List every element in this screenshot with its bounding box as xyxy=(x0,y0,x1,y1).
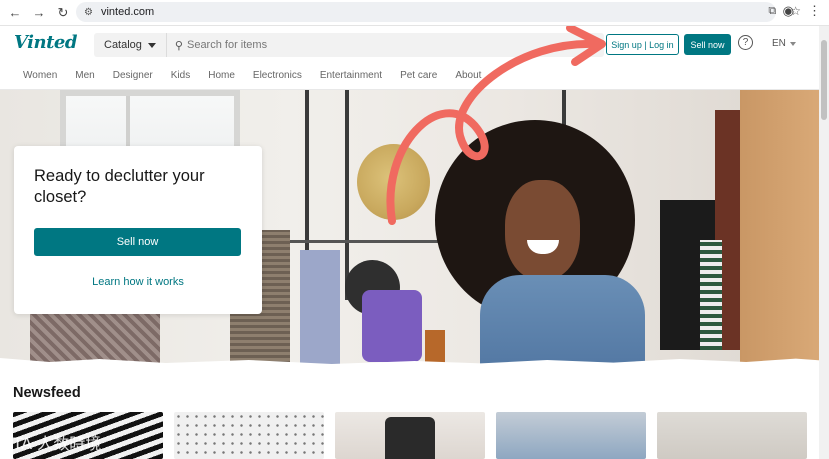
profile-icon[interactable]: ◉ xyxy=(783,3,794,19)
hero-sell-button[interactable]: Sell now xyxy=(34,228,241,256)
chevron-down-icon xyxy=(147,42,156,48)
page-scrollbar[interactable] xyxy=(819,26,829,459)
striped-shirt xyxy=(700,240,722,350)
catalog-label: Catalog xyxy=(104,39,142,51)
hanging-clothes xyxy=(300,250,340,370)
help-icon[interactable]: ? xyxy=(738,35,753,50)
rack-pole xyxy=(305,90,309,260)
newsfeed-item[interactable] xyxy=(657,412,807,459)
denim-jacket xyxy=(480,275,645,370)
category-home[interactable]: Home xyxy=(208,70,235,81)
category-kids[interactable]: Kids xyxy=(171,70,190,81)
newsfeed-item[interactable] xyxy=(335,412,485,459)
sell-now-button[interactable]: Sell now xyxy=(684,34,731,55)
address-bar[interactable]: ⚙ vinted.com xyxy=(76,2,776,22)
tune-icon[interactable]: ⚙ xyxy=(84,7,93,18)
browser-toolbar: ← → ↻ ⚙ vinted.com ⧉ ☆ ◉ ⋮ xyxy=(0,0,829,26)
learn-how-link[interactable]: Learn how it works xyxy=(34,276,242,288)
language-selector[interactable]: EN xyxy=(772,38,796,49)
newsfeed-item[interactable] xyxy=(496,412,646,459)
newsfeed-title: Newsfeed xyxy=(13,385,81,401)
search-icon: ⚲ xyxy=(174,39,183,52)
forward-icon[interactable]: → xyxy=(30,4,48,22)
hero-headline: Ready to declutter your closet? xyxy=(34,167,205,206)
category-men[interactable]: Men xyxy=(75,70,94,81)
category-electronics[interactable]: Electronics xyxy=(253,70,302,81)
language-label: EN xyxy=(772,38,786,49)
category-designer[interactable]: Designer xyxy=(113,70,153,81)
scrollbar-thumb[interactable] xyxy=(821,40,827,120)
chevron-down-icon xyxy=(789,41,796,46)
hero-card: Ready to declutter your closet? Sell now… xyxy=(14,146,262,314)
translate-icon[interactable]: ⧉ xyxy=(768,5,776,18)
vinted-logo[interactable]: Vinted xyxy=(14,32,77,53)
wooden-shelf xyxy=(740,90,820,370)
url-text: vinted.com xyxy=(100,6,155,18)
menu-icon[interactable]: ⋮ xyxy=(808,3,821,19)
catalog-dropdown[interactable]: Catalog xyxy=(94,33,167,57)
newsfeed-item[interactable] xyxy=(174,412,324,459)
watermark: ITA 人数時境 xyxy=(8,434,102,453)
category-entertainment[interactable]: Entertainment xyxy=(320,70,382,81)
back-icon[interactable]: ← xyxy=(6,4,24,22)
category-women[interactable]: Women xyxy=(23,70,57,81)
rack-pole xyxy=(345,90,349,300)
annotation-arrow-icon xyxy=(386,26,606,225)
reload-icon[interactable]: ↻ xyxy=(54,4,72,22)
hanging-clothes xyxy=(362,290,422,362)
